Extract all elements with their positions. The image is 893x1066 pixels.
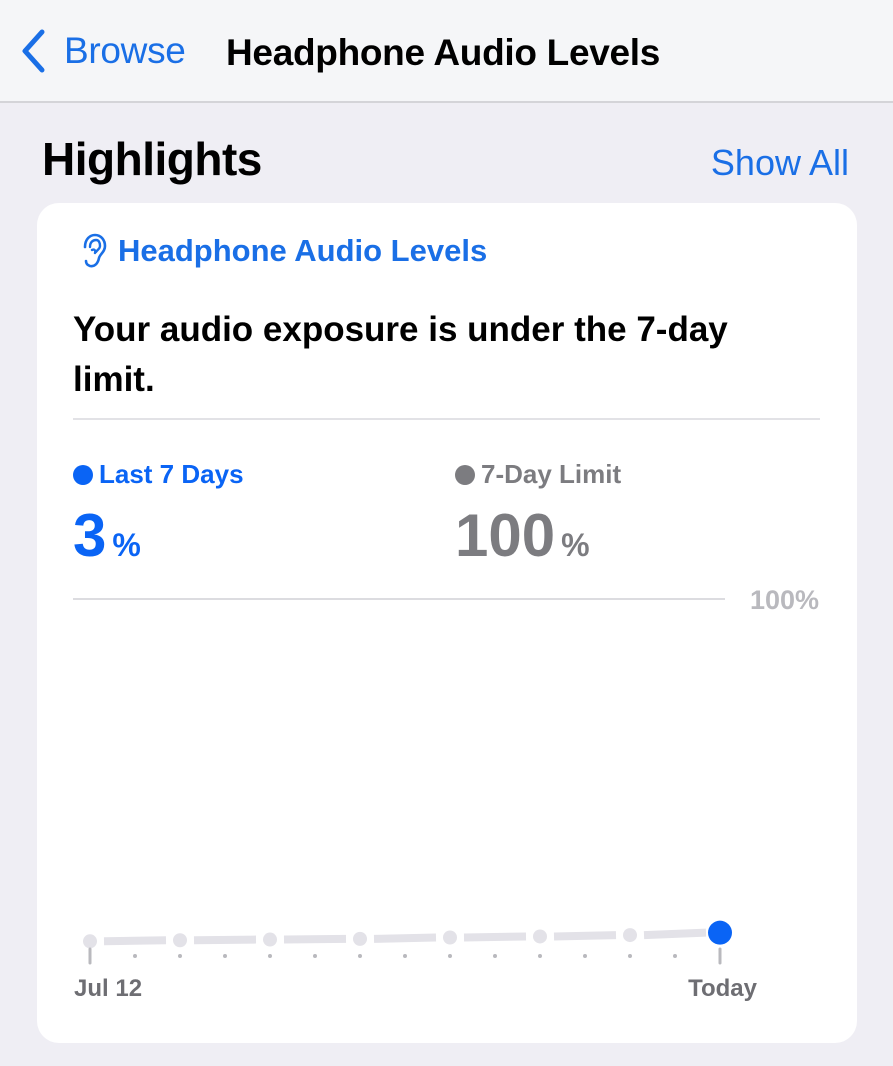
summary-text: Your audio exposure is under the 7-day l… <box>73 310 728 399</box>
exposure-chart: 100% Jul 12 Today <box>73 585 819 1002</box>
x-axis-minor-tick <box>493 954 497 958</box>
x-axis-minor-tick <box>673 954 677 958</box>
limit-label: 100% <box>750 585 819 615</box>
x-axis-minor-tick <box>268 954 272 958</box>
current-point <box>708 920 732 945</box>
x-axis-label: Jul 12 <box>74 975 142 1002</box>
stat-unit: % <box>112 527 141 563</box>
x-axis-minor-tick <box>358 954 362 958</box>
data-point <box>533 929 547 944</box>
x-axis-minor-tick <box>133 954 137 958</box>
section-title: Highlights <box>42 133 262 185</box>
divider <box>73 418 820 420</box>
stat-7-day-limit: 100% <box>455 501 590 570</box>
x-axis-minor-tick <box>223 954 227 958</box>
back-button[interactable]: Browse <box>20 28 186 74</box>
x-axis-minor-tick <box>403 954 407 958</box>
legend-7-day-limit: 7-Day Limit <box>455 459 621 490</box>
series-segment <box>373 933 437 943</box>
x-axis-minor-tick <box>448 954 452 958</box>
series-segment <box>103 936 167 946</box>
x-axis-minor-tick <box>628 954 632 958</box>
page-title: Headphone Audio Levels <box>226 32 661 73</box>
legend-label: Last 7 Days <box>99 459 244 489</box>
stat-value: 3 <box>73 502 107 569</box>
x-axis-minor-tick <box>178 954 182 958</box>
series-segment <box>553 931 617 941</box>
back-label: Browse <box>64 30 186 71</box>
data-point <box>173 933 187 948</box>
legend-dot-gray <box>455 464 475 485</box>
card-header: Headphone Audio Levels <box>80 233 487 269</box>
data-point <box>623 928 637 943</box>
legend-last-7-days: Last 7 Days <box>73 459 244 490</box>
legend-dot-blue <box>73 464 93 485</box>
data-point <box>443 930 457 945</box>
show-all-link[interactable]: Show All <box>711 142 849 184</box>
x-axis-label: Today <box>688 975 758 1002</box>
series-segment <box>643 928 707 940</box>
series-segment <box>283 934 347 944</box>
stat-last-7-days: 3% <box>73 501 141 570</box>
series-segment <box>193 935 257 945</box>
navigation-bar: Browse Headphone Audio Levels <box>0 0 893 103</box>
x-axis-minor-tick <box>583 954 587 958</box>
x-axis-minor-tick <box>313 954 317 958</box>
card-title: Headphone Audio Levels <box>118 233 488 268</box>
chevron-left-icon <box>22 29 45 73</box>
legend-label: 7-Day Limit <box>481 459 622 489</box>
stat-value: 100 <box>455 502 556 569</box>
data-point <box>263 932 277 947</box>
stat-unit: % <box>561 527 590 563</box>
data-point <box>83 934 97 949</box>
x-axis-minor-tick <box>538 954 542 958</box>
data-point <box>353 931 367 946</box>
ear-icon <box>83 233 107 268</box>
series-segment <box>463 932 527 942</box>
highlight-card[interactable]: Headphone Audio Levels Your audio exposu… <box>37 203 857 1043</box>
